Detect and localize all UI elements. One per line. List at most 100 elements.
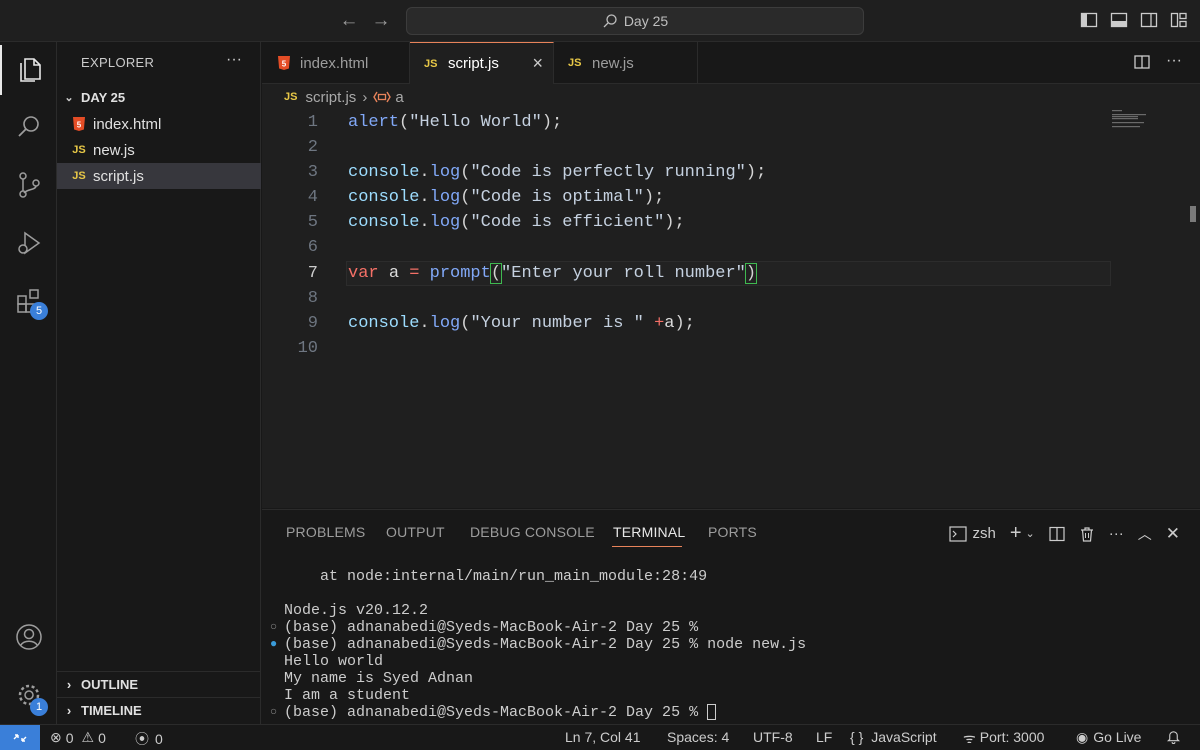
terminal-line: (base) adnanabedi@Syeds-MacBook-Air-2 Da… [284, 619, 699, 636]
more-actions-icon[interactable]: ··· [1109, 525, 1124, 542]
live-server-port[interactable]: ᯤ Port: 3000 [963, 729, 1044, 748]
braces-icon: { } [850, 729, 864, 745]
svg-text:5: 5 [282, 60, 287, 69]
file-label: index.html [93, 115, 162, 133]
language-mode[interactable]: { } JavaScript [850, 729, 937, 745]
extensions-activity[interactable]: 5 [0, 276, 57, 326]
chevron-right-icon: › [66, 677, 72, 692]
code-line: 4 console.log("Code is optimal"); [262, 185, 1142, 210]
tab-label: index.html [300, 54, 369, 72]
tab-script-js[interactable]: JS script.js × [410, 42, 554, 84]
code-line: 9 console.log("Your number is " +a); [262, 311, 1142, 336]
new-terminal-plus-icon[interactable]: + [1010, 522, 1022, 545]
more-actions-icon[interactable]: ··· [226, 51, 242, 69]
file-script-js[interactable]: JS script.js [57, 163, 261, 189]
tab-output[interactable]: OUTPUT [386, 524, 445, 540]
notifications-bell-icon[interactable] [1166, 729, 1181, 747]
chevron-right-icon: › [66, 703, 72, 718]
search-activity[interactable] [0, 102, 57, 152]
toggle-panel-icon[interactable] [1110, 11, 1128, 29]
explorer-sidebar: EXPLORER ··· ⌄ DAY 25 5 index.html JS ne… [57, 42, 261, 724]
scrollbar-thumb[interactable] [1190, 206, 1196, 222]
terminal-line: at node:internal/main/run_main_module:28… [284, 568, 708, 585]
tab-ports[interactable]: PORTS [708, 524, 757, 540]
line-number: 2 [307, 138, 318, 157]
toggle-secondary-sidebar-icon[interactable] [1140, 11, 1158, 29]
outline-section[interactable]: › OUTLINE [57, 671, 261, 697]
manage-activity[interactable]: 1 [0, 670, 57, 720]
more-actions-icon[interactable]: ··· [1166, 53, 1182, 70]
explorer-activity[interactable] [0, 45, 57, 95]
port-label: Port: 3000 [979, 729, 1045, 745]
code-line: 5 console.log("Code is efficient"); [262, 210, 1142, 235]
chevron-up-icon[interactable]: ︿ [1138, 524, 1152, 544]
breadcrumb: JS script.js › a [262, 84, 1200, 110]
terminal-shell-selector[interactable]: zsh [948, 525, 996, 542]
line-number: 8 [307, 289, 318, 308]
end-of-line[interactable]: LF [816, 729, 832, 745]
line-number: 7 [307, 264, 318, 283]
tab-label: script.js [448, 55, 499, 72]
js-icon: JS [284, 91, 298, 103]
file-new-js[interactable]: JS new.js [57, 137, 261, 163]
code-line: 3 console.log("Code is perfectly running… [262, 160, 1142, 185]
terminal-icon [948, 525, 967, 542]
folder-label: DAY 25 [81, 89, 126, 105]
language-label: JavaScript [871, 729, 937, 745]
source-control-activity[interactable] [0, 160, 57, 210]
settings-badge: 1 [30, 698, 48, 716]
js-icon: JS [568, 57, 582, 69]
timeline-section[interactable]: › TIMELINE [57, 697, 261, 723]
trash-icon[interactable] [1079, 526, 1095, 542]
chevron-down-icon[interactable]: ⌄ [1026, 527, 1035, 540]
error-count: 0 [65, 729, 74, 746]
breadcrumb-symbol[interactable]: a [395, 89, 403, 106]
code-line: 8 [262, 286, 1142, 311]
split-terminal-icon[interactable] [1049, 526, 1065, 542]
broadcast-icon: ⦿ [135, 731, 149, 747]
problems-indicator[interactable]: ⊗ 0 ⚠ 0 [50, 729, 106, 746]
split-editor-icon[interactable] [1134, 54, 1150, 70]
indentation[interactable]: Spaces: 4 [667, 729, 729, 745]
toggle-primary-sidebar-icon[interactable] [1080, 11, 1098, 29]
active-tab-indicator [612, 546, 682, 547]
tab-problems[interactable]: PROBLEMS [286, 524, 365, 540]
code-line: 7 var a = prompt("Enter your roll number… [262, 261, 1142, 286]
code-editor[interactable]: 1 alert("Hello World"); 2 3 console.log(… [262, 110, 1200, 508]
explorer-title: EXPLORER [81, 55, 155, 70]
breadcrumb-file[interactable]: script.js [305, 89, 356, 106]
close-icon[interactable]: ✕ [1166, 524, 1180, 544]
tab-debug-console[interactable]: DEBUG CONSOLE [470, 524, 595, 540]
run-debug-activity[interactable] [0, 218, 57, 268]
tab-index-html[interactable]: 5 index.html [262, 42, 410, 84]
code-line: 6 [262, 235, 1142, 260]
file-index-html[interactable]: 5 index.html [57, 111, 261, 137]
accounts-activity[interactable] [0, 612, 57, 662]
ports-forwarded-indicator[interactable]: ⦿ 0 [135, 729, 163, 749]
command-status-icon: ● [270, 637, 278, 651]
command-center-label: Day 25 [623, 13, 669, 29]
chevron-down-icon: ⌄ [64, 91, 74, 104]
tab-terminal[interactable]: TERMINAL [613, 524, 685, 540]
code-line: 2 [262, 135, 1142, 160]
activity-bar: 5 1 [0, 42, 57, 724]
bottom-panel: PROBLEMS OUTPUT DEBUG CONSOLE TERMINAL P… [262, 509, 1200, 724]
account-icon [15, 624, 42, 650]
encoding[interactable]: UTF-8 [753, 729, 793, 745]
command-center-search[interactable]: Day 25 [406, 7, 864, 35]
line-number: 4 [307, 188, 318, 207]
forward-arrow-icon[interactable]: → [369, 9, 393, 33]
close-icon[interactable]: × [532, 53, 543, 74]
cursor-position[interactable]: Ln 7, Col 41 [565, 729, 641, 745]
file-label: script.js [93, 167, 144, 185]
source-control-icon [18, 172, 40, 198]
remote-indicator[interactable] [0, 725, 40, 750]
terminal-line: Hello world [284, 653, 384, 670]
warning-count: 0 [98, 729, 106, 746]
go-live-button[interactable]: ◉ Go Live [1076, 729, 1141, 746]
editor-tab-bar: 5 index.html JS script.js × JS new.js ··… [262, 42, 1200, 84]
folder-day-25[interactable]: ⌄ DAY 25 [57, 86, 261, 108]
back-arrow-icon[interactable]: ← [337, 9, 361, 33]
tab-new-js[interactable]: JS new.js [554, 42, 698, 84]
customize-layout-icon[interactable] [1170, 11, 1188, 29]
